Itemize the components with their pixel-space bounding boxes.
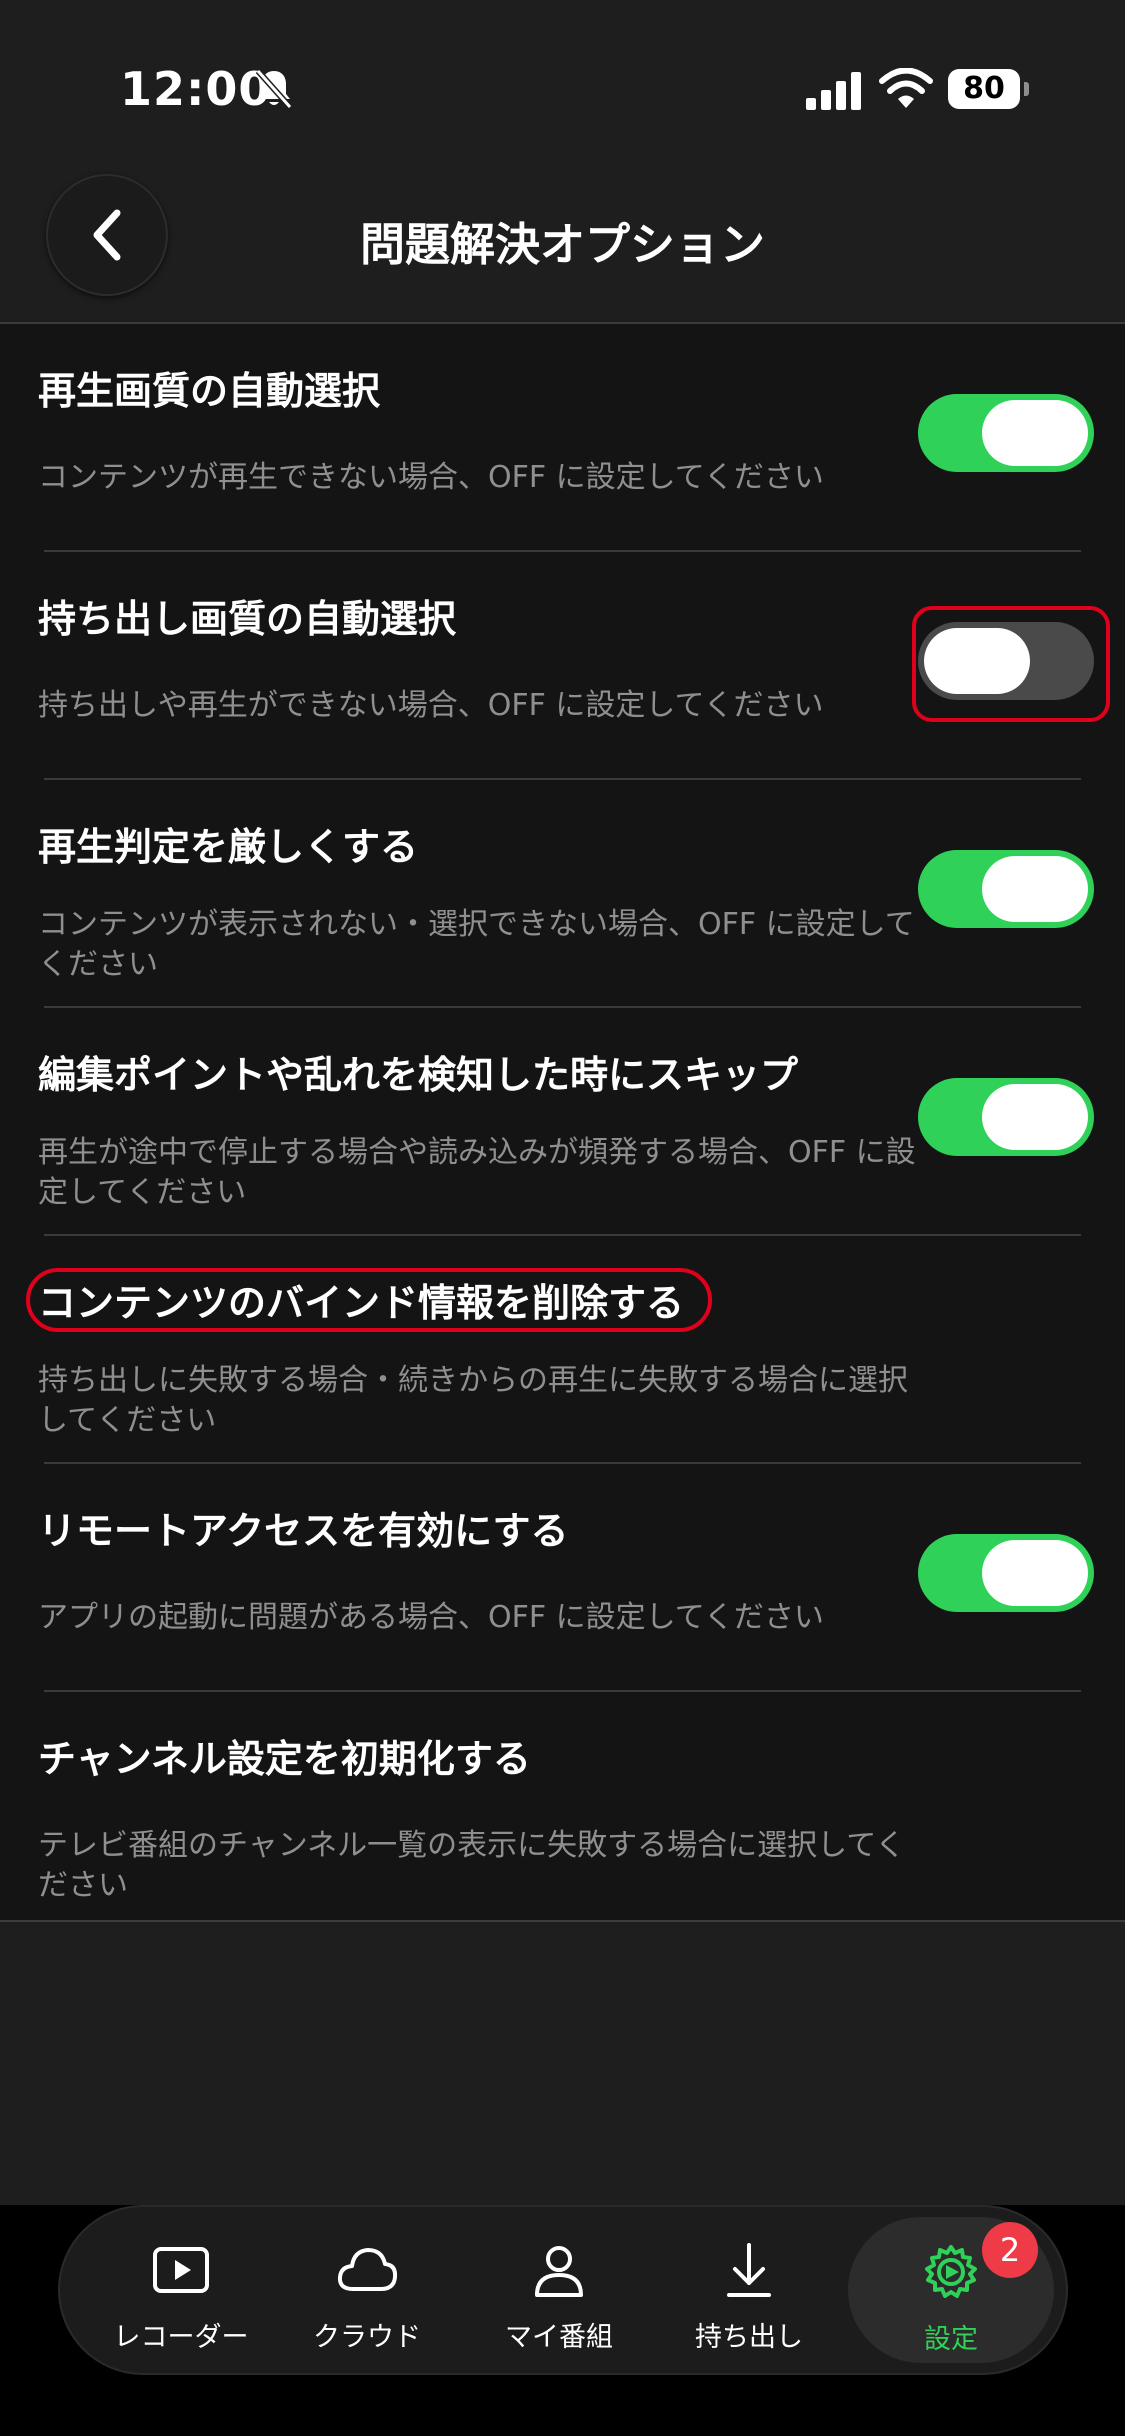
setting-description: 持ち出しや再生ができない場合、OFF に設定してください xyxy=(38,688,824,723)
bell-slash-icon xyxy=(255,69,293,109)
tab-cloud[interactable]: クラウド xyxy=(272,2207,462,2373)
status-time: 12:00 xyxy=(120,62,272,116)
strict-playback-toggle[interactable] xyxy=(918,850,1094,928)
playback-quality-toggle[interactable] xyxy=(918,394,1094,472)
download-arrow-icon xyxy=(727,2243,771,2297)
setting-row-skip-edit-points: 編集ポイントや乱れを検知した時にスキップ 再生が途中で停止する場合や読み込みが頻… xyxy=(0,1008,1125,1236)
setting-row-playback-quality: 再生画質の自動選択 コンテンツが再生できない場合、OFF に設定してください xyxy=(0,324,1125,552)
setting-row-remote-access: リモートアクセスを有効にする アプリの起動に問題がある場合、OFF に設定してく… xyxy=(0,1464,1125,1692)
setting-title: 再生画質の自動選択 xyxy=(38,369,381,413)
setting-description: 持ち出しに失敗する場合・続きからの再生に失敗する場合に選択してください xyxy=(38,1363,908,1438)
tab-takeout[interactable]: 持ち出し xyxy=(654,2207,844,2373)
tab-bar: レコーダー クラウド マイ番組 持ち出し 設定 xyxy=(60,2207,1066,2373)
play-square-icon xyxy=(153,2247,209,2293)
toggle-knob xyxy=(982,1540,1088,1606)
tab-label: 設定 xyxy=(924,2324,978,2355)
annotation-highlight-box xyxy=(912,606,1110,722)
person-icon xyxy=(535,2246,583,2297)
setting-title: 持ち出し画質の自動選択 xyxy=(38,597,457,641)
toggle-knob xyxy=(982,400,1088,466)
nav-header: 問題解決オプション xyxy=(0,168,1125,324)
tab-label: レコーダー xyxy=(113,2322,249,2353)
remote-access-toggle[interactable] xyxy=(918,1534,1094,1612)
page-title: 問題解決オプション xyxy=(359,218,765,271)
cloud-icon xyxy=(337,2248,398,2291)
battery-indicator: 80 xyxy=(948,69,1029,109)
setting-description: テレビ番組のチャンネル一覧の表示に失敗する場合に選択してください xyxy=(38,1828,906,1903)
settings-list: 再生画質の自動選択 コンテンツが再生できない場合、OFF に設定してください 持… xyxy=(0,324,1125,1922)
tab-label: マイ番組 xyxy=(505,2322,613,2353)
toggle-knob xyxy=(982,1084,1088,1150)
status-bar: 12:00 80 xyxy=(0,0,1125,180)
notification-badge: 2 xyxy=(982,2222,1038,2278)
setting-title: 再生判定を厳しくする xyxy=(38,825,419,869)
tab-label: 持ち出し xyxy=(695,2322,803,2353)
gear-icon xyxy=(925,2245,977,2298)
tab-my-programs[interactable]: マイ番組 xyxy=(464,2207,654,2373)
setting-description: コンテンツが再生できない場合、OFF に設定してください xyxy=(38,460,824,495)
skip-edit-points-toggle[interactable] xyxy=(918,1078,1094,1156)
setting-description: アプリの起動に問題がある場合、OFF に設定してください xyxy=(38,1600,824,1635)
cellular-signal-icon xyxy=(806,72,861,110)
setting-row-strict-playback: 再生判定を厳しくする コンテンツが表示されない・選択できない場合、OFF に設定… xyxy=(0,780,1125,1008)
tab-label: クラウド xyxy=(313,2322,421,2353)
setting-description: 再生が途中で停止する場合や読み込みが頻発する場合、OFF に設定してください xyxy=(38,1135,916,1210)
wifi-icon xyxy=(879,68,933,108)
setting-title: リモートアクセスを有効にする xyxy=(38,1509,569,1553)
setting-title: チャンネル設定を初期化する xyxy=(38,1737,531,1781)
setting-title: 編集ポイントや乱れを検知した時にスキップ xyxy=(38,1053,799,1097)
setting-row-reset-channels[interactable]: チャンネル設定を初期化する テレビ番組のチャンネル一覧の表示に失敗する場合に選択… xyxy=(0,1692,1125,1920)
annotation-highlight-oval xyxy=(26,1268,712,1332)
tab-recorder[interactable]: レコーダー xyxy=(86,2207,276,2373)
setting-description: コンテンツが表示されない・選択できない場合、OFF に設定してください xyxy=(38,907,915,982)
toggle-knob xyxy=(982,856,1088,922)
